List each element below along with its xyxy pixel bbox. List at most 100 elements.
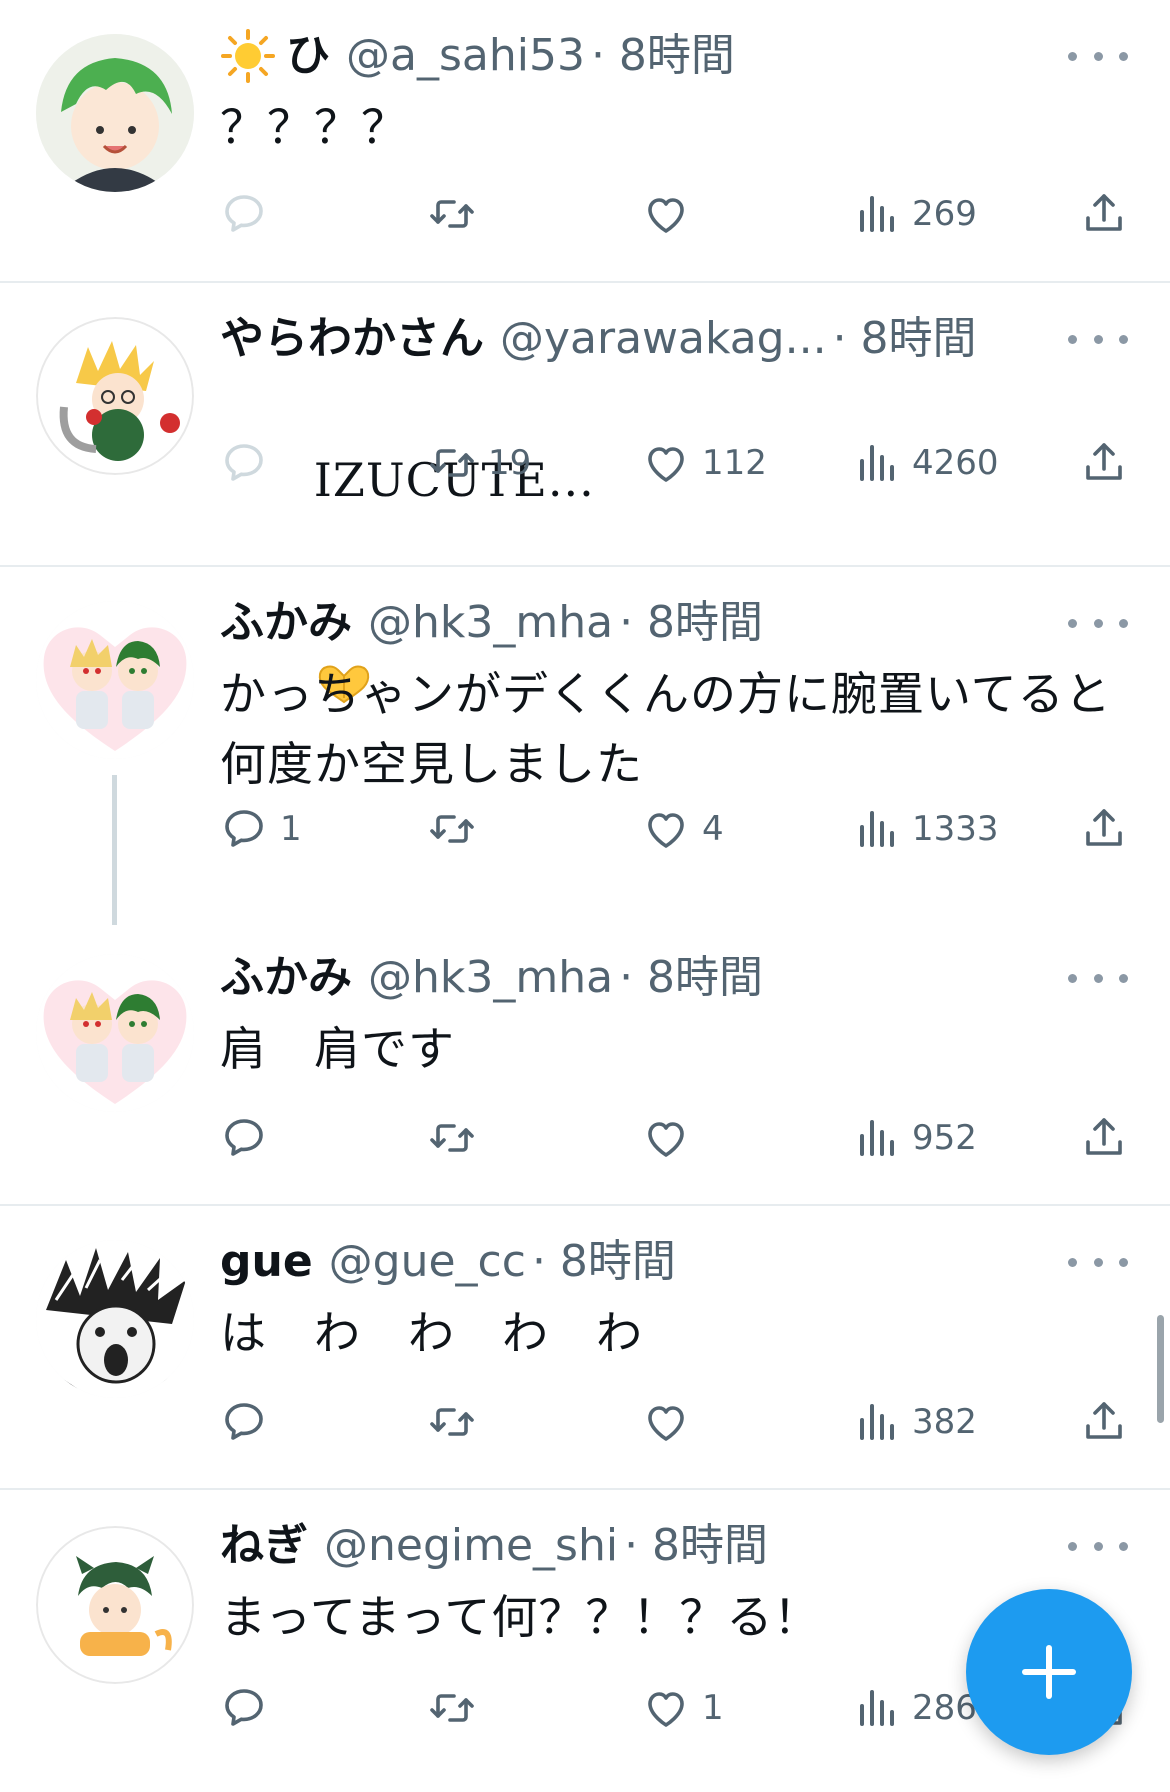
avatar[interactable] xyxy=(36,1526,194,1684)
retweet-button[interactable] xyxy=(428,1392,488,1452)
avatar[interactable] xyxy=(36,34,194,192)
like-icon xyxy=(648,1406,684,1441)
handle[interactable]: @negime_shi xyxy=(324,1514,618,1578)
views-button[interactable]: 382 xyxy=(852,1392,977,1452)
display-name[interactable]: ねぎ xyxy=(220,1514,308,1578)
views-icon xyxy=(860,1690,894,1726)
more-icon[interactable] xyxy=(1068,319,1128,359)
reply-button[interactable] xyxy=(220,1678,280,1738)
more-icon[interactable] xyxy=(1068,1526,1128,1566)
avatar[interactable] xyxy=(36,954,194,1112)
share-button[interactable] xyxy=(1080,184,1128,244)
views-icon xyxy=(860,811,894,847)
scrollbar[interactable] xyxy=(1157,1315,1164,1423)
more-icon[interactable] xyxy=(1068,1242,1128,1282)
tweet-header: ふかみ @hk3_mha · 8時間 xyxy=(220,946,1020,1010)
retweet-count: 19 xyxy=(488,443,532,483)
display-name[interactable]: やらわかさん xyxy=(220,307,484,371)
retweet-icon xyxy=(430,815,474,843)
like-icon xyxy=(648,198,684,233)
share-button[interactable] xyxy=(1080,1108,1128,1168)
share-button[interactable] xyxy=(1080,433,1128,493)
reply-icon xyxy=(225,195,263,232)
reply-button[interactable] xyxy=(220,184,268,244)
views-count: 4260 xyxy=(912,443,999,483)
views-icon xyxy=(860,196,894,232)
share-button[interactable] xyxy=(1080,1392,1128,1452)
compose-button[interactable] xyxy=(966,1589,1132,1755)
retweet-button[interactable] xyxy=(428,799,488,859)
tweet-actions: 1 4 1333 xyxy=(0,799,1170,859)
more-icon[interactable] xyxy=(1068,603,1128,643)
avatar[interactable] xyxy=(36,601,194,759)
display-name[interactable]: ひ xyxy=(286,24,330,88)
timestamp[interactable]: · 8時間 xyxy=(833,307,977,371)
share-icon xyxy=(1086,443,1122,480)
tweet-text: は わ わ わ わ xyxy=(220,1306,643,1360)
views-button[interactable]: 269 xyxy=(852,184,977,244)
retweet-button[interactable] xyxy=(428,1678,488,1738)
more-icon[interactable] xyxy=(1068,36,1128,76)
tweet-header: ねぎ @negime_shi · 8時間 xyxy=(220,1514,1020,1578)
reply-button[interactable] xyxy=(220,433,268,493)
reply-button[interactable] xyxy=(220,1392,280,1452)
like-button[interactable]: 112 xyxy=(642,433,767,493)
tweet-header: ふかみ @hk3_mha · 8時間 xyxy=(220,591,1020,655)
tweet-text: ？？？？ xyxy=(220,100,408,154)
like-button[interactable]: 1 xyxy=(642,1678,724,1738)
like-button[interactable]: 4 xyxy=(642,799,724,859)
retweet-button[interactable] xyxy=(428,1108,488,1168)
timestamp[interactable]: · 8時間 xyxy=(532,1230,676,1294)
handle[interactable]: @a_sahi53 xyxy=(346,24,585,88)
timestamp[interactable]: · 8時間 xyxy=(624,1514,768,1578)
reply-button[interactable]: 1 xyxy=(220,799,302,859)
views-button[interactable]: 1333 xyxy=(852,799,999,859)
like-button[interactable] xyxy=(642,184,702,244)
views-count: 286 xyxy=(912,1688,977,1728)
like-icon xyxy=(648,447,684,482)
timestamp[interactable]: · 8時間 xyxy=(619,946,763,1010)
retweet-icon xyxy=(430,1124,474,1152)
tweet[interactable]: ふかみ @hk3_mha · 8時間 かっちゃンがデくくんの方に腕置いてると何度… xyxy=(0,567,1170,925)
like-button[interactable] xyxy=(642,1108,702,1168)
retweet-button[interactable] xyxy=(428,184,488,244)
avatar[interactable] xyxy=(36,1240,194,1398)
compose-plus-icon xyxy=(1022,1645,1076,1699)
display-name[interactable]: ふかみ xyxy=(220,946,352,1010)
tweet[interactable]: ふかみ @hk3_mha · 8時間 肩 肩です 952 xyxy=(0,922,1170,1204)
tweet-actions: 952 xyxy=(0,1108,1170,1168)
like-button[interactable] xyxy=(642,1392,702,1452)
reply-icon xyxy=(225,1689,263,1726)
tweet[interactable]: gue @gue_cc · 8時間 は わ わ わ わ 382 xyxy=(0,1206,1170,1488)
display-name[interactable]: gue xyxy=(220,1230,313,1294)
reply-button[interactable] xyxy=(220,1108,280,1168)
views-count: 952 xyxy=(912,1118,977,1158)
tweet[interactable]: やらわかさん @yarawakag... · 8時間 IZUCUTE... 19 xyxy=(0,283,1170,704)
tweet-actions: 19 112 4260 xyxy=(0,433,1170,493)
handle[interactable]: @yarawakag... xyxy=(500,307,827,371)
timestamp[interactable]: · 8時間 xyxy=(591,24,735,88)
timestamp[interactable]: · 8時間 xyxy=(619,591,763,655)
handle[interactable]: @hk3_mha xyxy=(368,946,613,1010)
reply-icon xyxy=(225,444,263,481)
more-icon[interactable] xyxy=(1068,958,1128,998)
views-button[interactable]: 4260 xyxy=(852,433,999,493)
timeline: ひ @a_sahi53 · 8時間 ？？？？ 269 やらわかさん @yaraw… xyxy=(0,0,1170,1792)
retweet-button[interactable]: 19 xyxy=(428,433,531,493)
views-count: 1333 xyxy=(912,809,999,849)
retweet-icon xyxy=(430,200,474,228)
like-icon xyxy=(648,1122,684,1157)
views-button[interactable]: 952 xyxy=(852,1108,977,1168)
share-icon xyxy=(1086,1402,1122,1439)
views-button[interactable]: 286 xyxy=(852,1678,977,1738)
tweet[interactable]: ひ @a_sahi53 · 8時間 ？？？？ 269 xyxy=(0,0,1170,282)
reply-icon xyxy=(225,810,263,847)
handle[interactable]: @gue_cc xyxy=(329,1230,526,1294)
like-count: 4 xyxy=(702,809,724,849)
share-button[interactable] xyxy=(1080,799,1128,859)
handle[interactable]: @hk3_mha xyxy=(368,591,613,655)
like-icon xyxy=(648,813,684,848)
views-icon xyxy=(860,445,894,481)
tweet-text: 肩 肩です xyxy=(220,1022,455,1076)
display-name[interactable]: ふかみ xyxy=(220,591,352,655)
